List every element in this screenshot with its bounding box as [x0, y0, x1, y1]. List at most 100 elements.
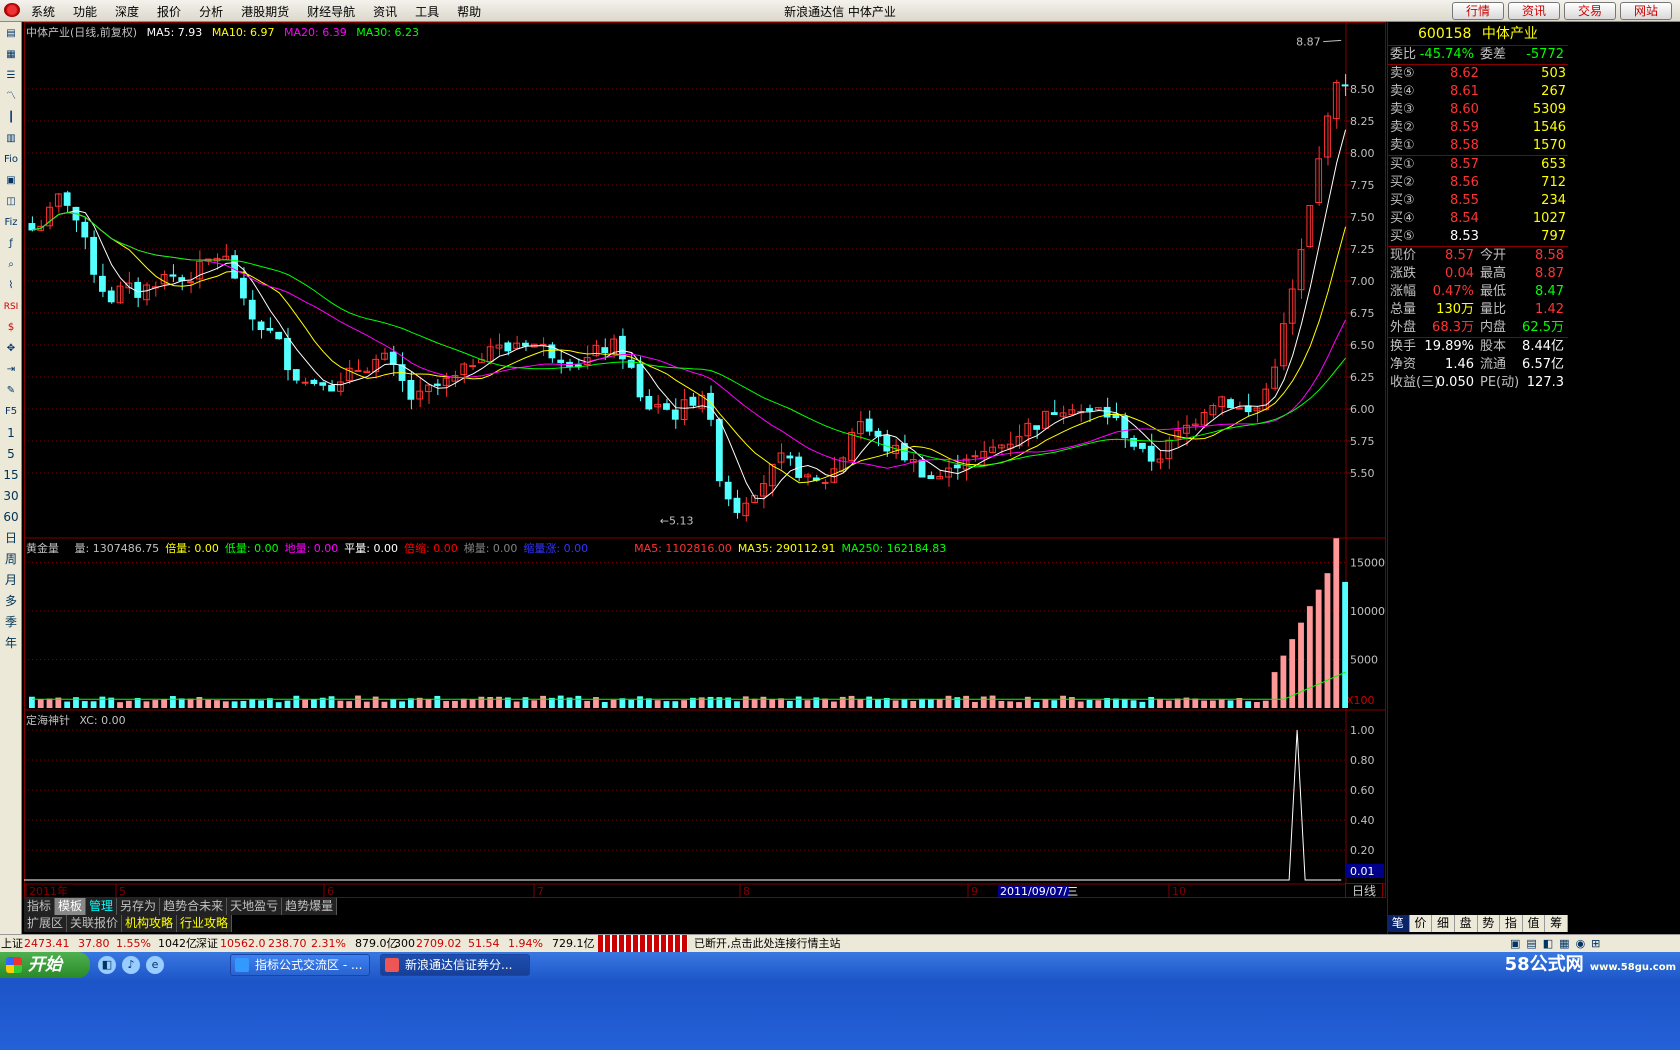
tab-extension[interactable]: 扩展区: [24, 915, 68, 932]
menu-function[interactable]: 功能: [64, 3, 106, 20]
chart-canvas[interactable]: 8.50 8.25 8.00 7.75 7.50 7.25 7.00 6.75 6.50 6.25…: [24, 22, 1386, 898]
bid-row[interactable]: 买② 8.56 712: [1388, 174, 1568, 192]
quote-tab[interactable]: 盘: [1455, 915, 1478, 932]
ie-icon[interactable]: e: [146, 956, 164, 974]
stat-label: 最高: [1480, 266, 1507, 281]
calc-icon[interactable]: ▣: [2, 172, 20, 190]
ask-row[interactable]: 卖① 8.58 1570: [1388, 137, 1568, 155]
bid-row[interactable]: 买④ 8.54 1027: [1388, 210, 1568, 228]
task-tdx[interactable]: 新浪通达信证券分...: [380, 954, 530, 976]
quote-tab[interactable]: 指: [1500, 915, 1523, 932]
volume-bar: [1165, 700, 1172, 708]
info-icon[interactable]: ◫: [2, 193, 20, 211]
list-icon[interactable]: ☰: [2, 67, 20, 85]
tab-profit-loss[interactable]: 天地盈亏: [227, 898, 283, 915]
period-multi[interactable]: 多: [2, 592, 20, 610]
bid-row[interactable]: 买① 8.57 653: [1388, 156, 1568, 174]
app-logo-icon[interactable]: [4, 3, 20, 17]
sz-index[interactable]: 10562.0: [220, 935, 266, 952]
menu-analysis[interactable]: 分析: [190, 3, 232, 20]
tab-related-quote[interactable]: 关联报价: [67, 915, 123, 932]
period-15min[interactable]: 15: [2, 466, 20, 484]
fx-icon[interactable]: ƒ: [2, 235, 20, 253]
signal-strength-icon: [598, 935, 688, 952]
candle-chart-icon[interactable]: ┃: [2, 109, 20, 127]
quote-tab[interactable]: 筹: [1545, 915, 1568, 932]
menu-hk-futures[interactable]: 港股期货: [232, 3, 298, 20]
ask-row[interactable]: 卖④ 8.61 267: [1388, 83, 1568, 101]
grid-icon[interactable]: ▦: [2, 46, 20, 64]
volume-bar: [822, 698, 829, 708]
tab-manage[interactable]: 管理: [86, 898, 118, 915]
market-button[interactable]: 行情: [1452, 2, 1504, 20]
ask-row[interactable]: 卖② 8.59 1546: [1388, 119, 1568, 137]
quote-tab[interactable]: 价: [1410, 915, 1433, 932]
connection-message[interactable]: 已断开,点击此处连接行情主站: [694, 935, 841, 952]
period-label[interactable]: 日线: [1345, 883, 1383, 898]
period-1min[interactable]: 1: [2, 424, 20, 442]
status-icons[interactable]: ▣▤◧▦◉⊞: [1510, 935, 1606, 952]
tab-industry[interactable]: 行业攻略: [177, 915, 233, 932]
stat-row: 现价 8.57 今开 8.58: [1388, 247, 1568, 265]
tab-trend-future[interactable]: 趋势合未来: [160, 898, 228, 915]
ask-row[interactable]: 卖③ 8.60 5309: [1388, 101, 1568, 119]
search-icon[interactable]: ⌕: [2, 256, 20, 274]
quote-tab[interactable]: 笔: [1387, 915, 1410, 932]
quote-tab[interactable]: 势: [1478, 915, 1501, 932]
menu-finance-nav[interactable]: 财经导航: [298, 3, 364, 20]
line-chart-icon[interactable]: 〽: [2, 88, 20, 106]
period-quarter[interactable]: 季: [2, 613, 20, 631]
period-day[interactable]: 日: [2, 529, 20, 547]
period-year[interactable]: 年: [2, 634, 20, 652]
bid-row[interactable]: 买⑤ 8.53 797: [1388, 228, 1568, 246]
sh-index[interactable]: 2473.41: [24, 935, 70, 952]
export-icon[interactable]: ⇥: [2, 361, 20, 379]
menu-tools[interactable]: 工具: [406, 3, 448, 20]
menu-news[interactable]: 资讯: [364, 3, 406, 20]
trade-button[interactable]: 交易: [1564, 2, 1616, 20]
quote-tab[interactable]: 细: [1432, 915, 1455, 932]
menu-help[interactable]: 帮助: [448, 3, 490, 20]
media-icon[interactable]: ♪: [122, 956, 140, 974]
volume-bar: [1033, 702, 1040, 708]
sh-change: 37.80: [78, 937, 110, 950]
bid-row[interactable]: 买③ 8.55 234: [1388, 192, 1568, 210]
tab-save-as[interactable]: 另存为: [117, 898, 161, 915]
menu-quote[interactable]: 报价: [148, 3, 190, 20]
ask-book: 卖⑤ 8.62 503 卖④ 8.61 267 卖③ 8.60 5309 卖② 8.59 1546 卖①…: [1388, 64, 1568, 155]
move-icon[interactable]: ✥: [2, 340, 20, 358]
weibi-value: -45.74%: [1419, 47, 1474, 62]
start-button[interactable]: 开始: [0, 952, 90, 978]
candle-body: [310, 379, 318, 385]
period-5min[interactable]: 5: [2, 445, 20, 463]
period-60min[interactable]: 60: [2, 508, 20, 526]
fiz-icon[interactable]: Fiz: [2, 214, 20, 232]
period-30min[interactable]: 30: [2, 487, 20, 505]
news-button[interactable]: 资讯: [1508, 2, 1560, 20]
tab-template[interactable]: 模板: [55, 898, 87, 915]
ma10-line: [32, 212, 1347, 484]
ask-row[interactable]: 卖⑤ 8.62 503: [1388, 65, 1568, 83]
menu-system[interactable]: 系统: [22, 3, 64, 20]
page-icon[interactable]: ▤: [2, 25, 20, 43]
pencil-icon[interactable]: ✎: [2, 382, 20, 400]
hs300-index[interactable]: 2709.02: [416, 935, 462, 952]
rsi-icon[interactable]: RSI: [2, 298, 20, 316]
chart-area[interactable]: 8.50 8.25 8.00 7.75 7.50 7.25 7.00 6.75 6.50 6.25…: [24, 22, 1386, 985]
tab-trend-volume[interactable]: 趋势爆量: [282, 898, 338, 915]
desktop-icon[interactable]: ◧: [98, 956, 116, 974]
menu-depth[interactable]: 深度: [106, 3, 148, 20]
money-icon[interactable]: $: [2, 319, 20, 337]
f10-icon[interactable]: Fio: [2, 151, 20, 169]
tab-indicator[interactable]: 指标: [24, 898, 56, 915]
f5-icon[interactable]: F5: [2, 403, 20, 421]
quote-tab[interactable]: 值: [1523, 915, 1546, 932]
volume-bar: [64, 701, 71, 708]
tab-institution[interactable]: 机构攻略: [122, 915, 178, 932]
period-week[interactable]: 周: [2, 550, 20, 568]
table-icon[interactable]: ▥: [2, 130, 20, 148]
website-button[interactable]: 网站: [1620, 2, 1672, 20]
period-month[interactable]: 月: [2, 571, 20, 589]
tick-icon[interactable]: ⌇: [2, 277, 20, 295]
task-forum[interactable]: 指标公式交流区 - ...: [230, 954, 370, 976]
